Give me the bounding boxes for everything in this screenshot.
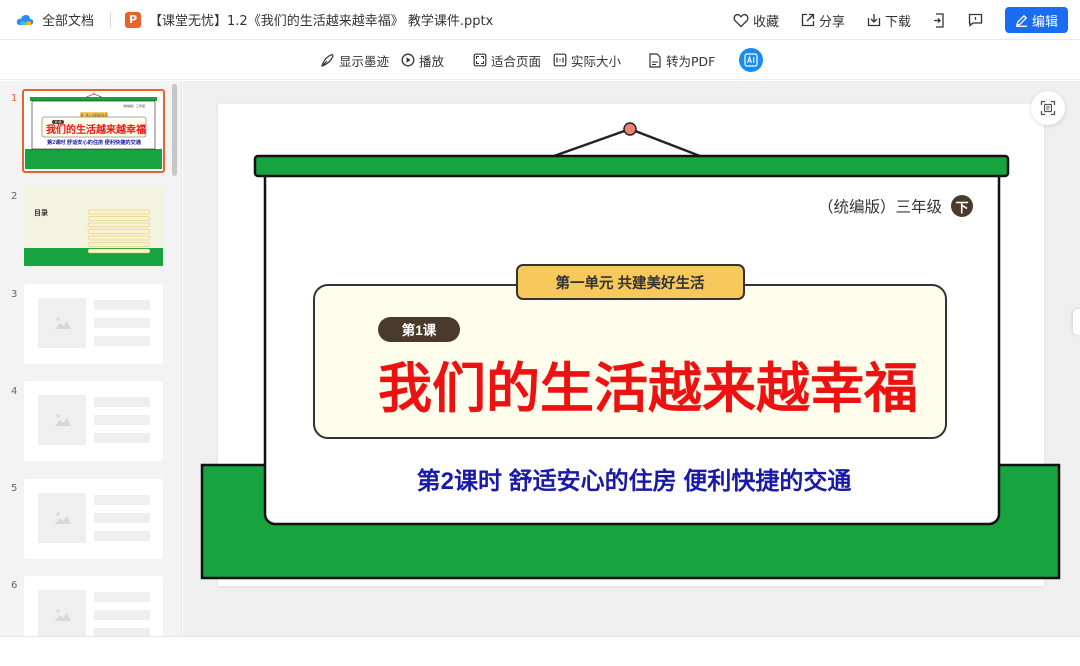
ink-pen-icon [321,53,334,67]
text-placeholder [94,592,150,602]
thumbnail-number: 2 [11,191,18,202]
slide-main-title: 我们的生活越来越幸福 [378,359,918,419]
text-placeholder [94,318,150,328]
play-icon [401,53,415,67]
bottom-strip [0,636,1080,666]
slide-subtitle: 第2课时 舒适安心的住房 便利快捷的交通 [417,467,852,495]
actual-size-button[interactable]: 实际大小 [553,40,621,80]
show-ink-label: 显示墨迹 [339,53,390,69]
thumbnail-number: 5 [11,483,18,494]
heart-icon [733,13,749,27]
unit-tag-text: 第一单元 共建美好生活 [555,274,705,292]
ppt-file-icon: P [125,11,142,28]
hanging-string [553,127,631,158]
side-panel-toggle[interactable] [1073,309,1080,335]
top-bar: 全部文档 P 【课堂无忧】1.2《我们的生活越来越幸福》 教学课件.pptx 收… [0,0,1080,40]
thumbnail-subtitle-text: 第2课时 舒适安心的住房 便利快捷的交通 [47,138,142,146]
thumbnail-number: 4 [11,386,18,397]
viewer-toolbar: 显示墨迹 播放 适合页面 实际大小 转为PDF [0,40,1080,80]
slide-thumbnail-placeholder[interactable] [24,381,163,461]
image-placeholder-icon [55,317,71,329]
pencil-icon [1015,14,1028,27]
hanging-pin [623,122,637,136]
actual-size-label: 实际大小 [571,53,622,69]
export-icon [933,12,944,28]
image-placeholder [38,298,86,348]
hanging-string [629,127,701,158]
slide-viewer: （统编版）三年级 下 第一单元 共建美好生活 第1课 我们的生活越来越幸福 第2… [183,81,1080,636]
text-placeholder [94,336,150,346]
convert-pdf-label: 转为PDF [666,53,716,69]
actual-size-icon [553,53,567,67]
favorite-button[interactable]: 收藏 [733,11,779,30]
export-button[interactable] [933,12,946,28]
share-label: 分享 [818,14,845,30]
document-title: 【课堂无忧】1.2《我们的生活越来越幸福》 教学课件.pptx [149,14,494,29]
text-placeholder [94,397,150,407]
fit-page-button[interactable]: 适合页面 [473,40,541,80]
slide-thumbnail-2[interactable]: 目录 [24,186,163,266]
slide-thumbnail-1[interactable]: （统编版）三年级 第一单元 共建美好生活 第1课 我们的生活越来越幸福 第2课时… [22,89,165,173]
comment-icon [968,13,983,27]
divider [110,11,112,28]
download-button[interactable]: 下载 [867,11,911,30]
play-label: 播放 [419,53,445,69]
all-docs-link[interactable]: 全部文档 [42,10,94,29]
thumbnail-toc-title: 目录 [34,209,48,217]
play-button[interactable]: 播放 [401,40,444,80]
slide-canvas: （统编版）三年级 下 第一单元 共建美好生活 第1课 我们的生活越来越幸福 第2… [200,104,1061,586]
thumbnail-number: 1 [11,93,18,104]
grade-label: （统编版）三年级 [818,198,942,216]
fit-page-icon [473,53,487,67]
image-placeholder-icon [55,609,71,621]
text-placeholder [94,415,150,425]
ocr-floating-button[interactable] [1031,91,1065,125]
board-top-rail [253,154,1010,178]
image-placeholder-icon [55,414,71,426]
slide-thumbnail-placeholder[interactable] [24,576,163,636]
thumbnail-unit-text: 第一单元 共建美好生活 [81,113,108,117]
image-placeholder [38,493,86,543]
image-placeholder [38,395,86,445]
thumbnail-grade-text: （统编版）三年级 [121,103,145,108]
cloud-logo-icon[interactable] [16,13,34,27]
text-placeholder [94,610,150,620]
text-placeholder [94,495,150,505]
text-placeholder [94,628,150,636]
ai-icon [744,53,758,67]
share-icon [801,13,815,27]
slide-thumbnail-panel: 1 （统编版）三年级 第一单元 共建美好生活 第1课 我们的生活越来越幸福 第2… [0,81,182,636]
thumbnail-number: 6 [11,580,18,591]
comment-button[interactable] [968,13,983,27]
slide-thumbnail-placeholder[interactable] [24,284,163,364]
text-placeholder [94,433,150,443]
scan-text-icon [1040,100,1056,116]
thumbnail-scrollbar[interactable] [172,84,177,176]
grade-badge-text: 下 [955,200,968,215]
share-button[interactable]: 分享 [801,11,845,30]
show-ink-button[interactable]: 显示墨迹 [320,40,389,80]
image-placeholder-icon [55,512,71,524]
download-icon [867,14,881,27]
edit-label: 编辑 [1031,14,1058,30]
thumbnail-number: 3 [11,289,18,300]
thumbnail-title-text: 我们的生活越来越幸福 [46,123,146,136]
image-placeholder [38,590,86,636]
pdf-icon [649,52,661,68]
edit-button[interactable]: 编辑 [1004,7,1068,33]
convert-pdf-button[interactable]: 转为PDF [648,40,715,80]
ai-assistant-button[interactable] [739,48,763,72]
slide-thumbnail-placeholder[interactable] [24,479,163,559]
text-placeholder [94,513,150,523]
lesson-pill-text: 第1课 [402,322,437,338]
fit-page-label: 适合页面 [491,53,542,69]
text-placeholder [94,300,150,310]
favorite-label: 收藏 [752,14,779,30]
text-placeholder [94,531,150,541]
download-label: 下载 [884,14,911,30]
thumbnail-lesson-text: 第1课 [55,120,62,124]
